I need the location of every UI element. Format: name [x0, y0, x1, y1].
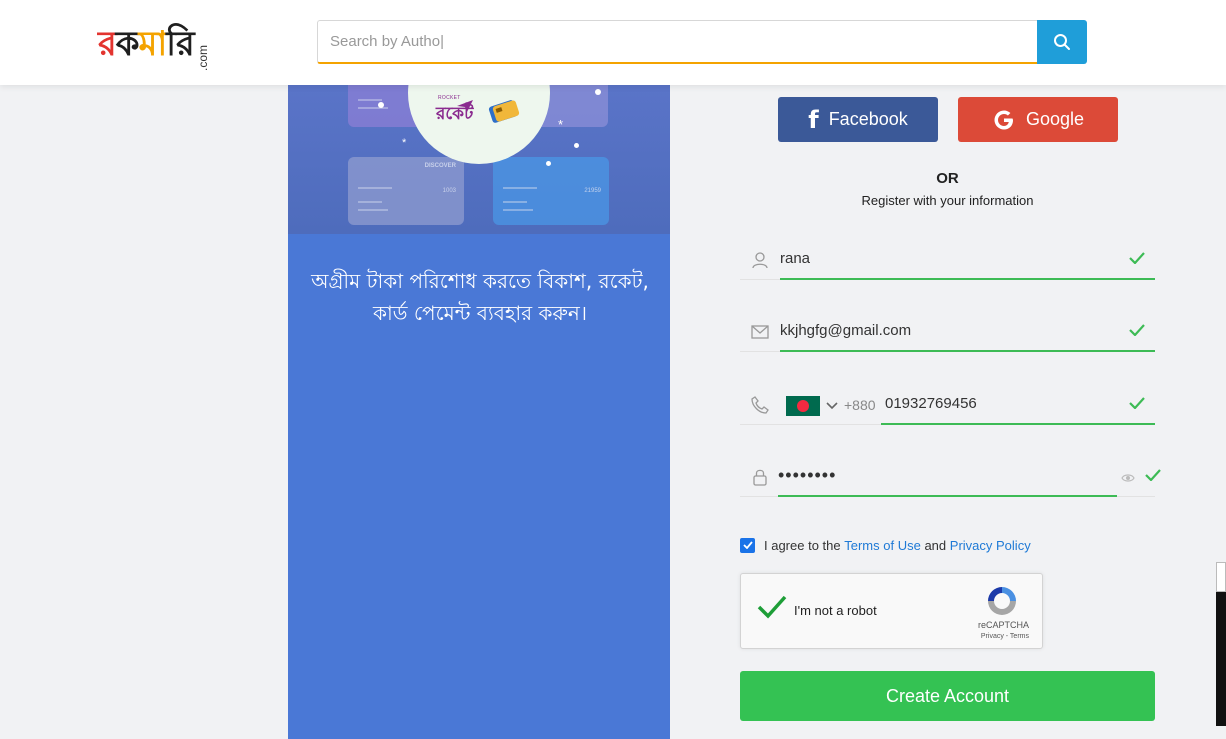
card-illustration: 21959	[493, 157, 609, 225]
side-widget[interactable]	[1216, 562, 1226, 726]
phone-icon	[750, 395, 770, 415]
chevron-down-icon[interactable]	[826, 397, 838, 415]
name-value: rana	[780, 250, 811, 267]
lock-icon	[750, 467, 770, 487]
payment-promo-panel: 6245 DISCOVER 1003 21959 ROCKET রকেট	[288, 85, 670, 739]
or-divider: OR	[936, 170, 959, 187]
search-input[interactable]	[318, 21, 1038, 62]
google-signup-button[interactable]: Google	[958, 97, 1118, 142]
recaptcha-links[interactable]: Privacy - Terms	[981, 633, 1029, 640]
facebook-label: Facebook	[828, 109, 908, 129]
name-field[interactable]: rana	[740, 240, 1155, 280]
dial-code: +880	[844, 397, 876, 413]
privacy-policy-link[interactable]: Privacy Policy	[950, 538, 1031, 553]
logo-wordmark: রকমারি	[98, 24, 195, 64]
valid-check-icon	[1145, 468, 1161, 486]
terms-and: and	[924, 537, 947, 553]
search-icon	[1054, 34, 1070, 50]
sparkle-dot	[595, 89, 601, 95]
valid-check-icon	[1129, 251, 1145, 269]
recaptcha-logo-icon	[985, 584, 1019, 623]
card-number: 21959	[584, 188, 601, 194]
sparkle-dot	[574, 143, 579, 148]
terms-prefix: I agree to the	[764, 537, 841, 553]
facebook-signup-button[interactable]: f Facebook	[778, 97, 938, 142]
create-account-button[interactable]: Create Account	[740, 671, 1155, 721]
valid-check-icon	[1129, 323, 1145, 341]
captcha-label: I'm not a robot	[794, 603, 877, 618]
bangladesh-flag-icon[interactable]	[786, 396, 820, 416]
eye-icon[interactable]	[1121, 470, 1135, 488]
top-header: রকমারি .com	[0, 0, 1226, 85]
promo-message: অগ্রীম টাকা পরিশোধ করতে বিকাশ, রকেট, কার…	[311, 269, 649, 325]
wallet-card-icon	[488, 100, 520, 123]
rocket-plane-icon	[457, 100, 473, 112]
user-icon	[750, 250, 770, 270]
google-icon	[994, 110, 1013, 129]
side-widget-header	[1216, 562, 1226, 592]
valid-check-icon	[1129, 396, 1145, 414]
password-value: ••••••••	[778, 465, 837, 485]
recaptcha-widget[interactable]: I'm not a robot reCAPTCHA Privacy - Term…	[740, 573, 1043, 649]
sparkle-dot	[546, 161, 551, 166]
email-field[interactable]: kkjhgfg@gmail.com	[740, 312, 1155, 352]
captcha-check-icon[interactable]	[757, 594, 787, 625]
sparkle-star: *	[558, 117, 564, 132]
logo-suffix: .com	[196, 44, 210, 71]
phone-value: 01932769456	[885, 395, 977, 412]
search-button[interactable]	[1037, 20, 1087, 64]
facebook-icon: f	[808, 105, 819, 134]
sparkle-dot	[378, 102, 384, 108]
rocket-badge	[408, 85, 550, 164]
terms-checkbox[interactable]	[740, 537, 755, 553]
site-logo[interactable]: রকমারি .com	[98, 20, 210, 71]
phone-field[interactable]: +880 01932769456	[740, 385, 1155, 425]
terms-of-use-link[interactable]: Terms of Use	[844, 538, 921, 553]
search-box[interactable]	[317, 20, 1038, 64]
google-label: Google	[1025, 109, 1085, 129]
recaptcha-brand: reCAPTCHA	[977, 620, 1029, 630]
email-value: kkjhgfg@gmail.com	[780, 322, 912, 339]
card-illustration: DISCOVER 1003	[348, 157, 464, 225]
card-brand: DISCOVER	[424, 163, 456, 169]
sparkle-star: *	[402, 137, 407, 149]
register-subtitle: Register with your information	[861, 193, 1034, 208]
terms-agreement: I agree to the Terms of Use and Privacy …	[740, 536, 1031, 554]
card-number: 1003	[442, 188, 456, 194]
envelope-icon	[750, 322, 770, 342]
promo-illustration: 6245 DISCOVER 1003 21959 ROCKET রকেট	[288, 85, 670, 234]
password-field[interactable]: ••••••••	[740, 457, 1161, 497]
